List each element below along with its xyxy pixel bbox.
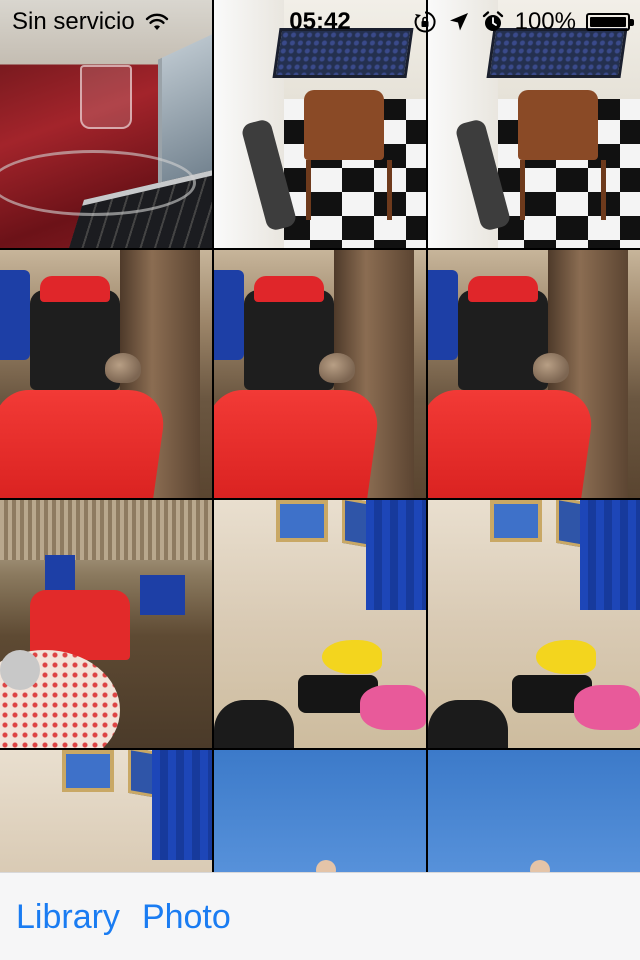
- battery-level-fill: [590, 17, 626, 27]
- curtain-shape: [366, 500, 426, 610]
- photo-thumbnail: [0, 250, 212, 498]
- photo-sky-sea-1[interactable]: [214, 750, 426, 872]
- blue-chair-shape: [0, 270, 30, 360]
- photo-room-partial[interactable]: [0, 750, 212, 872]
- pink-cloth-shape: [574, 685, 640, 730]
- sparrow-shape: [533, 353, 569, 383]
- photo-room-bags-1[interactable]: [214, 500, 426, 748]
- blue-chair-shape: [428, 270, 458, 360]
- curtain-shape: [152, 750, 212, 860]
- photo-thumbnail: [214, 250, 426, 498]
- pink-cloth-shape: [360, 685, 426, 730]
- chair-shape: [518, 90, 598, 160]
- yellow-bag-shape: [322, 640, 382, 674]
- teapot-shape: [0, 650, 40, 690]
- photo-thumbnail: [428, 500, 640, 748]
- photo-thumbnail: [0, 500, 212, 748]
- photo-thumbnail: [0, 750, 212, 872]
- photo-thumbnail: [214, 500, 426, 748]
- yellow-bag-shape: [536, 640, 596, 674]
- chair-legs-shape: [520, 160, 606, 220]
- photo-thumbnail: [428, 750, 640, 872]
- glass-shape: [80, 65, 132, 129]
- battery-icon: [586, 13, 634, 31]
- alarm-clock-icon: [482, 11, 503, 31]
- sparrow-shape: [319, 353, 355, 383]
- blue-chair-shape: [140, 575, 185, 615]
- rotation-lock-icon: [414, 11, 436, 33]
- curtain-shape: [580, 500, 640, 610]
- bottom-toolbar: Library Photo: [0, 872, 640, 960]
- photo-sky-sea-2[interactable]: [428, 750, 640, 872]
- dark-bag-shape: [214, 700, 294, 748]
- photo-thumbnail: [428, 250, 640, 498]
- battery-percent: 100%: [514, 8, 576, 35]
- red-chair-shape: [428, 390, 597, 498]
- photo-sparrow-3[interactable]: [428, 250, 640, 498]
- location-arrow-icon: [449, 13, 468, 31]
- status-bar: Sin servicio 05:42 100%: [0, 0, 640, 40]
- picture-frame-shape: [490, 500, 542, 542]
- photo-grid: [0, 0, 640, 872]
- red-chair-back-shape: [40, 276, 110, 302]
- red-chair-shape: [214, 390, 383, 498]
- red-chair-shape: [0, 390, 169, 498]
- photo-sparrow-1[interactable]: [0, 250, 212, 498]
- photo-picker-screen: Sin servicio 05:42 100% Library Photo: [0, 0, 640, 960]
- red-chair-back-shape: [254, 276, 324, 302]
- sparrow-shape: [105, 353, 141, 383]
- photo-cafe-garden[interactable]: [0, 500, 212, 748]
- blue-chair-shape: [45, 555, 75, 595]
- dark-bag-shape: [428, 700, 508, 748]
- picture-frame-shape: [62, 750, 114, 792]
- status-bar-right: 100%: [413, 8, 634, 36]
- chair-legs-shape: [306, 160, 392, 220]
- library-button[interactable]: Library: [16, 900, 120, 934]
- fence-shape: [0, 500, 212, 560]
- photo-room-bags-2[interactable]: [428, 500, 640, 748]
- blue-chair-shape: [214, 270, 244, 360]
- photo-button[interactable]: Photo: [142, 900, 231, 934]
- chair-shape: [304, 90, 384, 160]
- red-chair-back-shape: [468, 276, 538, 302]
- person-head-shape: [316, 860, 336, 872]
- photo-sparrow-2[interactable]: [214, 250, 426, 498]
- picture-frame-shape: [276, 500, 328, 542]
- person-head-shape: [530, 860, 550, 872]
- photo-thumbnail: [214, 750, 426, 872]
